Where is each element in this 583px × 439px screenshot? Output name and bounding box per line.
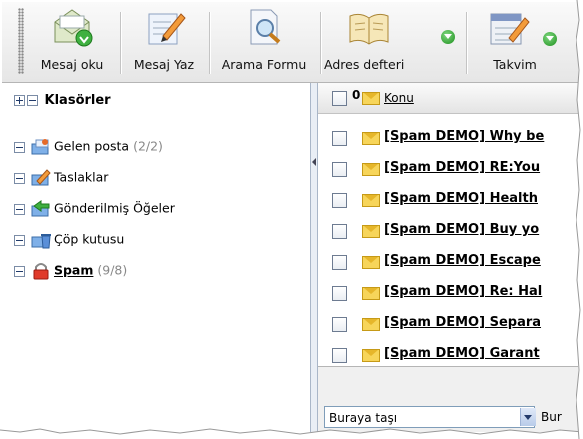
row-checkbox[interactable] <box>332 286 347 301</box>
row-checkbox[interactable] <box>332 255 347 270</box>
address-book-icon <box>349 13 389 45</box>
move-to-select[interactable]: Buraya taşı <box>324 406 536 428</box>
move-bar: Buraya taşı Bur <box>318 367 578 432</box>
row-checkbox[interactable] <box>332 224 347 239</box>
move-second-label[interactable]: Bur <box>541 410 562 424</box>
calendar-icon <box>490 13 530 45</box>
row-checkbox[interactable] <box>332 193 347 208</box>
message-row[interactable]: [Spam DEMO] Separa <box>318 309 578 339</box>
folder-label: Çöp kutusu <box>53 231 125 247</box>
message-subject[interactable]: [Spam DEMO] Garant <box>384 346 540 361</box>
message-row[interactable]: [Spam DEMO] Garant <box>318 340 578 366</box>
calendar-dropdown-icon[interactable] <box>543 32 557 46</box>
address-book-button[interactable]: Adres defteri <box>324 2 455 80</box>
search-form-button[interactable]: Arama Formu <box>212 2 316 80</box>
unread-count: (9/8) <box>97 262 128 278</box>
envelope-icon <box>362 163 380 176</box>
folder-trash[interactable]: Çöp kutusu <box>14 231 124 251</box>
folder-panel: Klasörler Gelen posta (2/2) Taslaklar Gö… <box>2 83 311 432</box>
flag-column-header[interactable]: 0 <box>352 88 360 102</box>
message-subject[interactable]: [Spam DEMO] Separa <box>384 315 541 330</box>
message-row[interactable]: [Spam DEMO] Buy yo <box>318 216 578 246</box>
read-mail-label: Mesaj oku <box>40 57 104 72</box>
envelope-icon <box>362 225 380 238</box>
envelope-icon <box>362 349 380 362</box>
collapse-icon[interactable] <box>14 141 25 153</box>
torn-edge-right <box>576 0 583 439</box>
read-mail-button[interactable]: Mesaj oku <box>28 2 116 80</box>
message-subject[interactable]: [Spam DEMO] Buy yo <box>384 222 539 237</box>
expand-all-icon[interactable] <box>14 95 25 106</box>
folder-sent[interactable]: Gönderilmiş Öğeler <box>14 200 175 220</box>
row-checkbox[interactable] <box>332 131 347 146</box>
message-subject[interactable]: [Spam DEMO] Re: Hal <box>384 284 542 299</box>
message-list-header: 0 Konu <box>318 83 578 114</box>
message-row[interactable]: [Spam DEMO] RE:You <box>318 154 578 184</box>
folder-label: Taslaklar <box>53 169 109 185</box>
drafts-icon <box>31 169 51 186</box>
message-list-panel: 0 Konu [Spam DEMO] Why be [Spam DEMO] RE… <box>318 83 578 432</box>
torn-edge-bottom <box>0 428 583 439</box>
move-to-value: Buraya taşı <box>329 411 398 425</box>
calendar-label: Takvim <box>493 57 537 72</box>
message-row[interactable]: [Spam DEMO] Health <box>318 185 578 215</box>
folder-label: Spam <box>53 262 94 278</box>
folder-inbox[interactable]: Gelen posta (2/2) <box>14 138 163 158</box>
compose-button[interactable]: Mesaj Yaz <box>122 2 206 80</box>
trash-icon <box>31 234 51 249</box>
folder-spam[interactable]: Spam (9/8) <box>14 262 127 282</box>
row-checkbox[interactable] <box>332 162 347 177</box>
collapse-all-icon[interactable] <box>27 95 38 106</box>
envelope-icon <box>362 287 380 300</box>
envelope-icon <box>362 318 380 331</box>
message-subject[interactable]: [Spam DEMO] Escape <box>384 253 541 268</box>
collapse-icon[interactable] <box>14 265 25 277</box>
message-row[interactable]: [Spam DEMO] Why be <box>318 123 578 153</box>
row-checkbox[interactable] <box>332 348 347 363</box>
envelope-icon <box>362 132 380 145</box>
address-book-dropdown-icon[interactable] <box>441 30 455 44</box>
folder-label: Gönderilmiş Öğeler <box>53 200 175 216</box>
message-subject[interactable]: [Spam DEMO] Health <box>384 191 538 206</box>
search-form-icon <box>250 9 281 45</box>
collapse-icon[interactable] <box>14 172 25 184</box>
toolbar: Mesaj oku Mesaj Yaz Arama Formu Adres de… <box>2 2 578 83</box>
read-mail-icon <box>54 9 93 47</box>
address-book-label: Adres defteri <box>324 57 405 72</box>
spam-lock-icon <box>33 263 49 280</box>
row-checkbox[interactable] <box>332 317 347 332</box>
folders-header: Klasörler <box>14 93 111 108</box>
message-row[interactable]: [Spam DEMO] Escape <box>318 247 578 277</box>
message-row[interactable]: [Spam DEMO] Re: Hal <box>318 278 578 308</box>
collapse-icon[interactable] <box>14 234 25 246</box>
folder-drafts[interactable]: Taslaklar <box>14 169 108 189</box>
sent-items-icon <box>31 200 50 217</box>
compose-label: Mesaj Yaz <box>133 57 195 72</box>
message-subject[interactable]: [Spam DEMO] Why be <box>384 129 544 144</box>
search-form-label: Arama Formu <box>221 57 307 72</box>
inbox-icon <box>31 139 49 155</box>
envelope-icon <box>362 256 380 269</box>
select-all-checkbox[interactable] <box>332 91 347 106</box>
subject-column-header[interactable]: Konu <box>384 91 414 105</box>
calendar-button[interactable]: Takvim <box>472 2 557 80</box>
envelope-icon <box>362 194 380 207</box>
toolbar-grip[interactable] <box>18 8 24 74</box>
message-subject[interactable]: [Spam DEMO] RE:You <box>384 160 540 175</box>
folders-title: Klasörler <box>44 93 111 108</box>
folder-label: Gelen posta <box>53 138 130 154</box>
unread-count: (2/2) <box>133 138 163 154</box>
collapse-icon[interactable] <box>14 203 25 215</box>
mail-window: Mesaj oku Mesaj Yaz Arama Formu Adres de… <box>2 2 578 432</box>
chevron-down-icon[interactable] <box>520 408 536 426</box>
panel-splitter[interactable] <box>311 83 318 432</box>
envelope-column-icon <box>362 92 380 105</box>
compose-icon <box>148 13 186 45</box>
